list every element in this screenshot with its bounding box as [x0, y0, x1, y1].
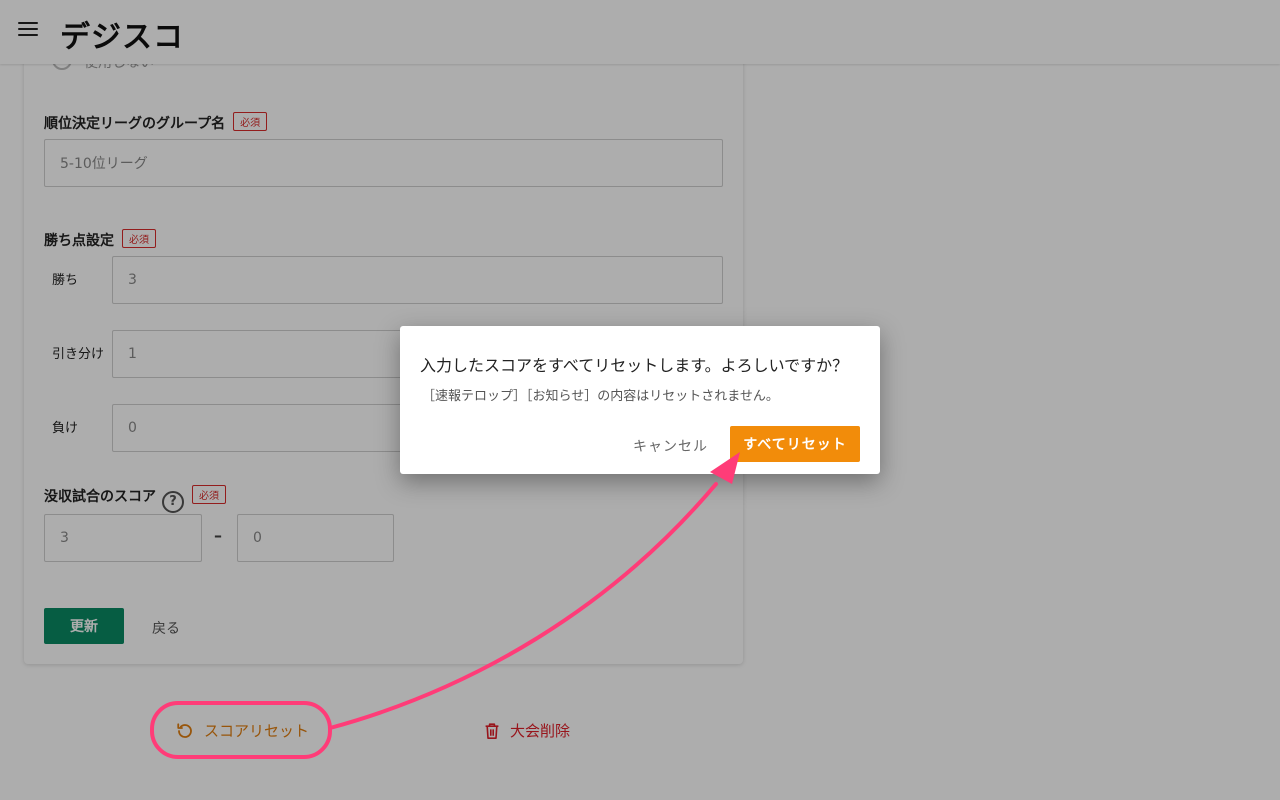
cancel-button[interactable]: キャンセル: [633, 436, 708, 456]
dialog-message: ［速報テロップ］［お知らせ］の内容はリセットされません。: [422, 389, 779, 404]
dialog-title: 入力したスコアをすべてリセットします。よろしいですか？: [420, 356, 849, 375]
reset-all-button[interactable]: すべてリセット: [730, 426, 860, 462]
reset-confirm-dialog: 入力したスコアをすべてリセットします。よろしいですか？ ［速報テロップ］［お知ら…: [400, 326, 880, 474]
